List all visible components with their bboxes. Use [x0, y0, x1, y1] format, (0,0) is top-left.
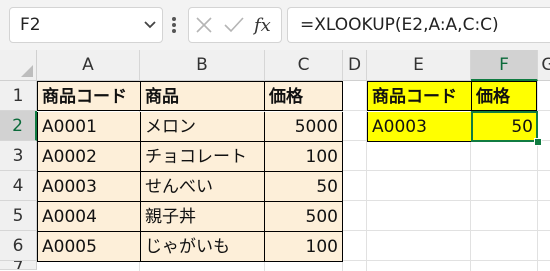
row-header-2[interactable]: 2	[0, 111, 37, 141]
cell-c2[interactable]: 5000	[265, 112, 343, 142]
cell-a2[interactable]: A0001	[37, 112, 141, 142]
cell-a1[interactable]: 商品コード	[37, 81, 141, 111]
formula-bar: F2 fx =XLOOKUP(E2,A:A,C:C)	[0, 0, 550, 50]
cell-a6[interactable]: A0005	[37, 232, 141, 262]
column-header-g[interactable]: G	[538, 50, 550, 81]
fill-handle[interactable]	[534, 138, 542, 146]
column-header-d[interactable]: D	[343, 50, 367, 81]
column-header-e[interactable]: E	[367, 50, 471, 81]
column-header-b[interactable]: B	[140, 50, 265, 81]
worksheet-grid: A B C D E F G 1 2 3 4 5 6 7 商品コード 商品 価格 …	[0, 50, 550, 271]
column-header-f[interactable]: F	[471, 50, 538, 81]
cell-a3[interactable]: A0002	[37, 142, 141, 172]
cell-c4[interactable]: 50	[265, 172, 343, 202]
cell-a5[interactable]: A0004	[37, 202, 141, 232]
svg-text:fx: fx	[253, 15, 271, 36]
cell-c6[interactable]: 100	[265, 232, 343, 262]
cancel-icon[interactable]	[195, 16, 213, 34]
cell-b6[interactable]: じゃがいも	[141, 232, 265, 262]
chevron-down-icon[interactable]	[143, 19, 157, 31]
cell-f1[interactable]: 価格	[472, 81, 537, 111]
cell-c1[interactable]: 価格	[265, 81, 343, 111]
cell-f2[interactable]: 50	[471, 111, 538, 142]
column-header-a[interactable]: A	[37, 50, 140, 81]
fx-icon[interactable]: fx	[253, 14, 277, 36]
cell-c5[interactable]: 500	[265, 202, 343, 232]
vertical-dots-icon[interactable]	[171, 16, 177, 34]
name-box[interactable]: F2	[9, 7, 163, 43]
cell-b2[interactable]: メロン	[141, 112, 265, 142]
formula-text: =XLOOKUP(E2,A:A,C:C)	[300, 15, 499, 35]
cell-e2[interactable]: A0003	[367, 112, 472, 142]
row-header-1[interactable]: 1	[0, 81, 37, 111]
cell-c3[interactable]: 100	[265, 142, 343, 172]
cell-b5[interactable]: 親子丼	[141, 202, 265, 232]
row-header-5[interactable]: 5	[0, 201, 37, 231]
cell-e1[interactable]: 商品コード	[367, 81, 472, 111]
select-all-button[interactable]	[0, 50, 37, 81]
row-header-4[interactable]: 4	[0, 171, 37, 201]
cell-b3[interactable]: チョコレート	[141, 142, 265, 172]
formula-buttons: fx	[188, 7, 282, 43]
row-header-7[interactable]: 7	[0, 261, 37, 270]
name-box-value: F2	[20, 15, 41, 35]
cell-b1[interactable]: 商品	[141, 81, 265, 111]
cell-b4[interactable]: せんべい	[141, 172, 265, 202]
column-header-c[interactable]: C	[265, 50, 343, 81]
checkmark-icon[interactable]	[223, 16, 245, 34]
row-header-6[interactable]: 6	[0, 231, 37, 261]
row-header-3[interactable]: 3	[0, 141, 37, 171]
formula-input[interactable]: =XLOOKUP(E2,A:A,C:C)	[287, 7, 550, 43]
cell-a4[interactable]: A0003	[37, 172, 141, 202]
